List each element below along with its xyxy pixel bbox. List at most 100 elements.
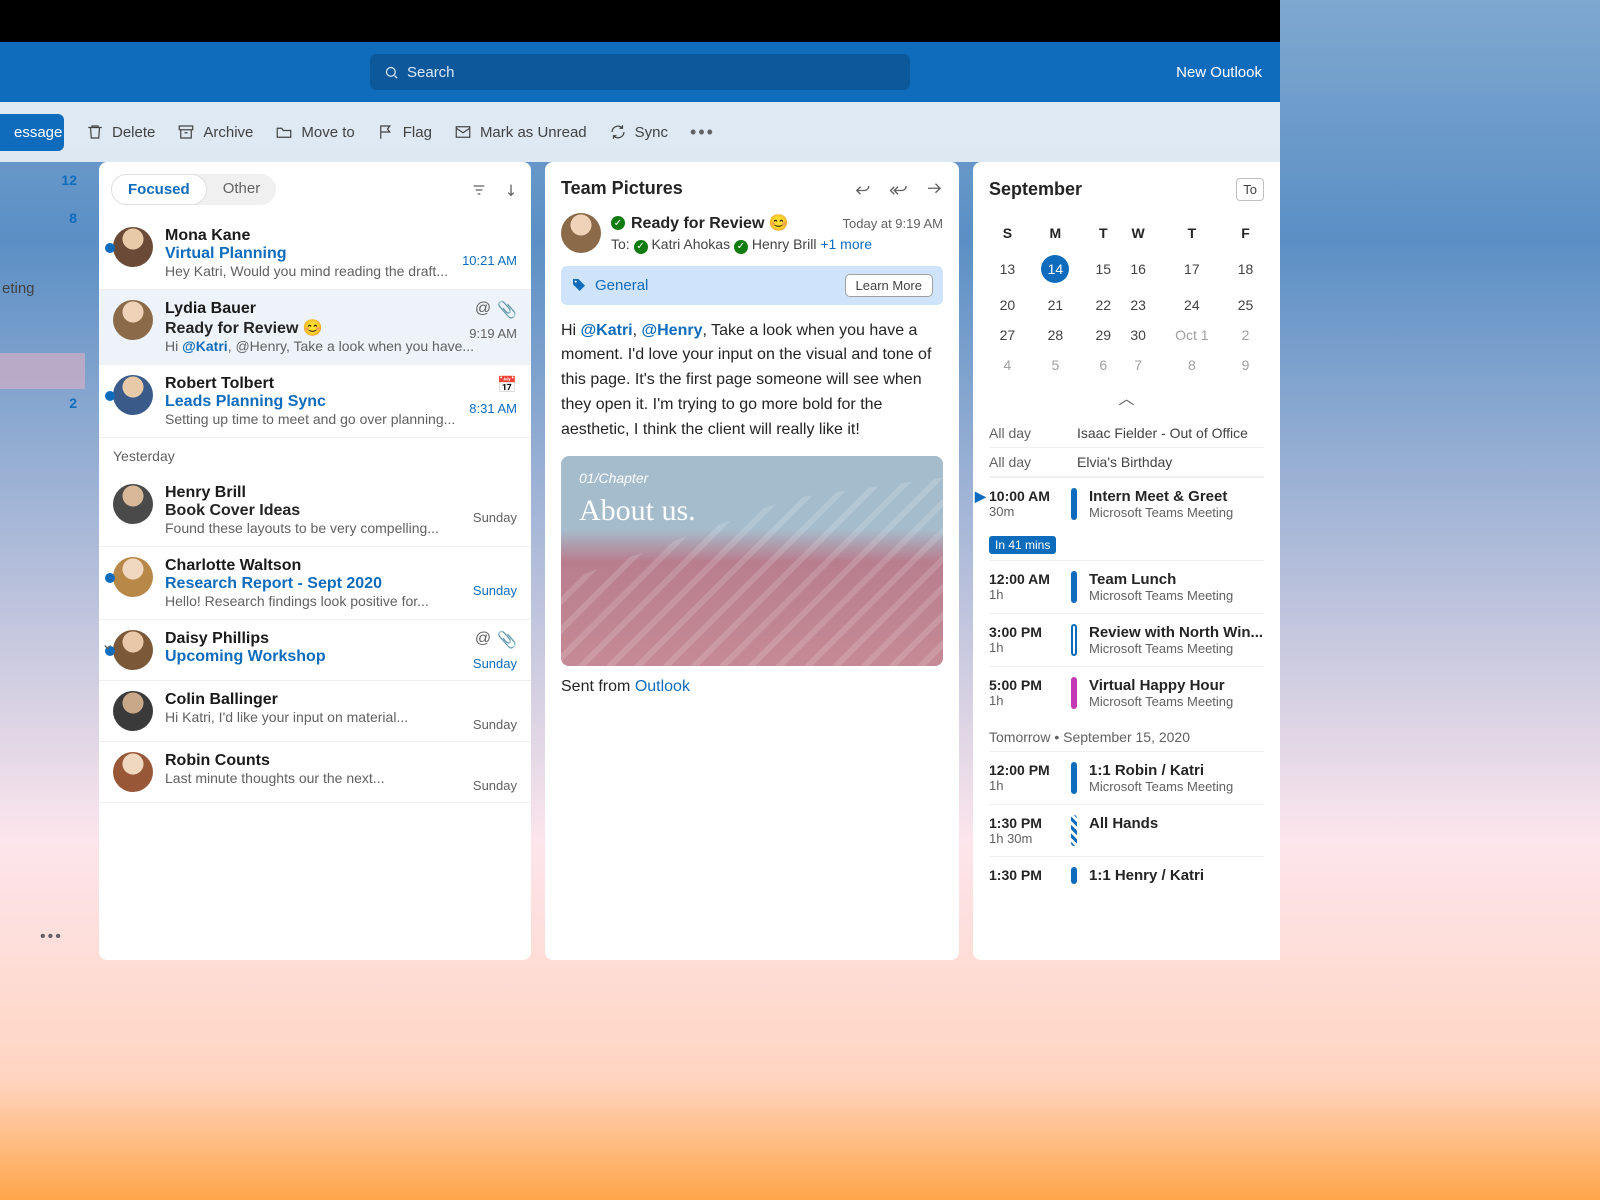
- calendar-event[interactable]: 12:00 AM1hTeam LunchMicrosoft Teams Meet…: [989, 560, 1264, 613]
- calendar-day[interactable]: 17: [1157, 249, 1228, 289]
- calendar-day[interactable]: 6: [1087, 351, 1120, 379]
- message-time: Sunday: [473, 778, 517, 793]
- calendar-day[interactable]: 23: [1122, 291, 1155, 319]
- calendar-day[interactable]: 28: [1026, 321, 1085, 349]
- calendar-day[interactable]: 2: [1229, 321, 1262, 349]
- calendar-event[interactable]: 12:00 PM1h1:1 Robin / KatriMicrosoft Tea…: [989, 751, 1264, 804]
- calendar-day[interactable]: 15: [1087, 249, 1120, 289]
- message-subject: Leads Planning Sync: [165, 393, 517, 411]
- delete-button[interactable]: Delete: [86, 123, 155, 141]
- message-item[interactable]: Colin BallingerHi Katri, I'd like your i…: [99, 681, 531, 742]
- nav-item-meeting[interactable]: eting: [0, 280, 85, 297]
- message-item[interactable]: Robert TolbertLeads Planning SyncSetting…: [99, 365, 531, 438]
- reply-all-icon[interactable]: [889, 180, 907, 198]
- outlook-link[interactable]: Outlook: [635, 678, 690, 695]
- message-time: 8:31 AM: [469, 401, 517, 416]
- attachment-chapter: 01/Chapter: [579, 470, 648, 486]
- more-recipients-link[interactable]: +1 more: [820, 236, 872, 252]
- attachment-title: About us.: [579, 494, 696, 528]
- mark-unread-button[interactable]: Mark as Unread: [454, 123, 587, 141]
- calendar-day[interactable]: 14: [1026, 249, 1085, 289]
- event-color-bar: [1071, 815, 1077, 846]
- tag-label[interactable]: General: [595, 277, 648, 294]
- calendar-day[interactable]: 24: [1157, 291, 1228, 319]
- verified-icon: ✓: [611, 216, 625, 230]
- event-title: 1:1 Henry / Katri: [1089, 867, 1264, 884]
- message-item[interactable]: Robin CountsLast minute thoughts our the…: [99, 742, 531, 803]
- nav-more-button[interactable]: •••: [40, 928, 63, 946]
- calendar-event[interactable]: 3:00 PM1hReview with North Win...Microso…: [989, 613, 1264, 666]
- calendar-day[interactable]: Oct 1: [1157, 321, 1228, 349]
- sort-icon[interactable]: [503, 182, 519, 198]
- mini-calendar[interactable]: SMTWTF 13141516171820212223242527282930O…: [989, 217, 1264, 381]
- calendar-day[interactable]: 8: [1157, 351, 1228, 379]
- event-subtitle: Microsoft Teams Meeting: [1089, 505, 1264, 520]
- mention-katri[interactable]: @Katri: [581, 322, 633, 339]
- more-actions-button[interactable]: •••: [690, 122, 715, 143]
- verified-icon: ✓: [734, 240, 748, 254]
- verified-icon: ✓: [634, 240, 648, 254]
- move-to-button[interactable]: Move to: [275, 123, 354, 141]
- calendar-day[interactable]: 5: [1026, 351, 1085, 379]
- calendar-day[interactable]: 9: [1229, 351, 1262, 379]
- calendar-day[interactable]: 4: [991, 351, 1024, 379]
- calendar-event[interactable]: ▶10:00 AM30mIntern Meet & GreetMicrosoft…: [989, 477, 1264, 530]
- search-input[interactable]: Search: [370, 54, 910, 90]
- calendar-day[interactable]: 18: [1229, 249, 1262, 289]
- calendar-day[interactable]: 20: [991, 291, 1024, 319]
- chevron-down-icon[interactable]: ⌄: [101, 634, 114, 654]
- calendar-day[interactable]: 13: [991, 249, 1024, 289]
- mention-icon: @: [475, 630, 491, 650]
- event-title: All Hands: [1089, 815, 1264, 832]
- calendar-day[interactable]: 29: [1087, 321, 1120, 349]
- avatar: [113, 557, 153, 597]
- calendar-day[interactable]: 27: [991, 321, 1024, 349]
- archive-button[interactable]: Archive: [177, 123, 253, 141]
- sync-button[interactable]: Sync: [609, 123, 668, 141]
- message-item[interactable]: Henry BrillBook Cover IdeasFound these l…: [99, 474, 531, 547]
- learn-more-button[interactable]: Learn More: [845, 274, 933, 297]
- dow-header: F: [1229, 219, 1262, 247]
- message-item[interactable]: Lydia BauerReady for Review 😊Hi @Katri, …: [99, 290, 531, 365]
- tab-other[interactable]: Other: [207, 174, 277, 205]
- allday-event[interactable]: All dayElvia's Birthday: [989, 448, 1264, 477]
- today-button[interactable]: To: [1236, 178, 1264, 201]
- message-item[interactable]: ⌄Daisy PhillipsUpcoming Workshop@📎Sunday: [99, 620, 531, 681]
- calendar-day[interactable]: 30: [1122, 321, 1155, 349]
- message-preview: Setting up time to meet and go over plan…: [165, 411, 517, 427]
- event-time: 5:00 PM1h: [989, 677, 1059, 709]
- event-color-bar: [1071, 867, 1077, 884]
- message-subject: Research Report - Sept 2020: [165, 575, 517, 593]
- message-item[interactable]: Charlotte WaltsonResearch Report - Sept …: [99, 547, 531, 620]
- nav-item-selected[interactable]: [0, 353, 85, 389]
- mention-henry[interactable]: @Henry: [642, 322, 703, 339]
- allday-event[interactable]: All dayIsaac Fielder - Out of Office: [989, 419, 1264, 448]
- event-title: 1:1 Robin / Katri: [1089, 762, 1264, 779]
- calendar-collapse[interactable]: ︿: [989, 385, 1264, 409]
- attachment-preview[interactable]: 01/Chapter About us.: [561, 456, 943, 666]
- calendar-day[interactable]: 16: [1122, 249, 1155, 289]
- new-message-button[interactable]: essage: [0, 114, 64, 151]
- tab-focused[interactable]: Focused: [111, 174, 207, 205]
- message-item[interactable]: Mona KaneVirtual PlanningHey Katri, Woul…: [99, 217, 531, 290]
- new-outlook-toggle[interactable]: New Outlook: [1176, 64, 1262, 81]
- filter-icon[interactable]: [471, 182, 487, 198]
- calendar-day[interactable]: 25: [1229, 291, 1262, 319]
- calendar-day[interactable]: 21: [1026, 291, 1085, 319]
- event-time: 1:30 PM: [989, 867, 1059, 884]
- event-color-bar: [1071, 571, 1077, 603]
- dow-header: M: [1026, 219, 1085, 247]
- flag-button[interactable]: Flag: [377, 123, 432, 141]
- calendar-day[interactable]: 7: [1122, 351, 1155, 379]
- calendar-event[interactable]: 1:30 PM 1:1 Henry / Katri: [989, 856, 1264, 894]
- calendar-event[interactable]: 1:30 PM1h 30mAll Hands: [989, 804, 1264, 856]
- calendar-event[interactable]: 5:00 PM1hVirtual Happy HourMicrosoft Tea…: [989, 666, 1264, 719]
- calendar-day[interactable]: 22: [1087, 291, 1120, 319]
- calendar-month: September: [989, 179, 1082, 200]
- reply-icon[interactable]: [853, 180, 871, 198]
- event-time: 12:00 PM1h: [989, 762, 1059, 794]
- forward-icon[interactable]: [925, 180, 943, 198]
- message-time: 10:21 AM: [462, 253, 517, 268]
- message-subject: Book Cover Ideas: [165, 502, 517, 520]
- category-tag-bar: General Learn More: [561, 266, 943, 305]
